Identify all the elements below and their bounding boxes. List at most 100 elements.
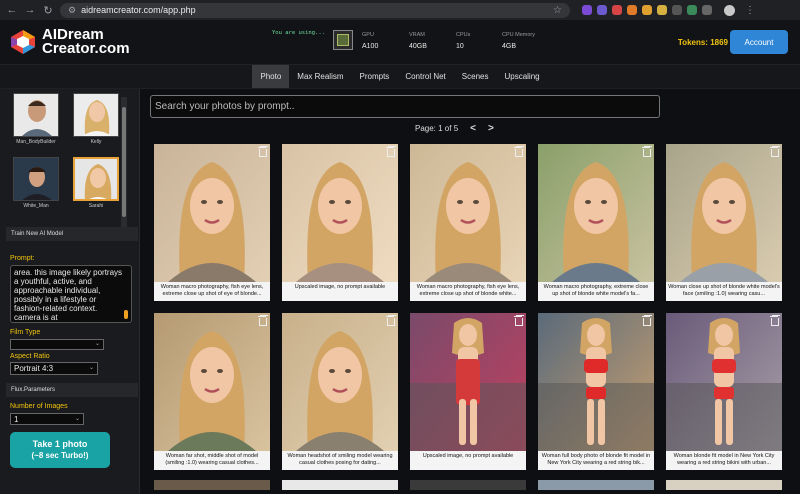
photo-image[interactable]	[538, 144, 654, 282]
model-thumbnail-selected[interactable]	[73, 157, 119, 201]
chevron-down-icon: ⌄	[88, 365, 94, 371]
photo-image[interactable]	[282, 313, 398, 451]
photo-image[interactable]	[666, 144, 782, 282]
photo-card-partial[interactable]	[410, 480, 526, 490]
chevron-down-icon: ⌄	[74, 415, 80, 422]
photo-image[interactable]	[538, 313, 654, 451]
logo-line2: Creator.com	[42, 40, 130, 57]
model-name: Man_BodyBuilder	[16, 139, 56, 145]
back-icon[interactable]: ←	[6, 4, 18, 16]
prompt-scrollbar[interactable]	[124, 310, 128, 319]
photo-card[interactable]: Woman headshot of smiling model wearing …	[282, 313, 398, 470]
model-list: Man_BodyBuilder Kelly White_Man Sarahi	[10, 93, 130, 231]
tab-control-net[interactable]: Control Net	[397, 65, 453, 88]
train-model-link[interactable]: Train New AI Model	[6, 227, 138, 241]
photo-image[interactable]	[410, 144, 526, 282]
model-thumbnail[interactable]	[13, 93, 59, 137]
trash-icon[interactable]	[514, 147, 523, 157]
forward-icon[interactable]: →	[24, 4, 36, 16]
photo-image[interactable]	[282, 144, 398, 282]
model-item[interactable]: Kelly	[70, 93, 122, 145]
photo-image[interactable]	[666, 313, 782, 451]
photo-caption: Woman macro photography, extreme close u…	[543, 284, 649, 297]
tab-photo[interactable]: Photo	[252, 65, 290, 88]
reload-icon[interactable]: ↻	[42, 4, 54, 17]
search-input[interactable]: Search your photos by prompt..	[150, 95, 660, 118]
photo-caption: Woman close up shot of blonde white mode…	[668, 284, 780, 297]
prompt-label: Prompt:	[10, 255, 35, 262]
extension-icon[interactable]	[687, 5, 697, 15]
model-thumbnail[interactable]	[73, 93, 119, 137]
take-photo-button[interactable]: Take 1 photo (~8 sec Turbo!)	[10, 432, 110, 468]
app-header: AIDream Creator.com You are using... GPU…	[0, 20, 800, 65]
photo-card[interactable]: Woman macro photography, fish eye lens, …	[410, 144, 526, 301]
trash-icon[interactable]	[258, 147, 267, 157]
model-item[interactable]: White_Man	[10, 157, 62, 209]
trash-icon[interactable]	[386, 316, 395, 326]
trash-icon[interactable]	[770, 147, 779, 157]
profile-avatar[interactable]	[724, 4, 735, 16]
prompt-text: area. this image likely portrays a youth…	[14, 268, 123, 322]
extension-icon[interactable]	[672, 5, 682, 15]
photo-card[interactable]: Woman blonde fit model in New York City …	[666, 313, 782, 470]
photo-card[interactable]: Woman macro photography, extreme close u…	[538, 144, 654, 301]
trash-icon[interactable]	[258, 316, 267, 326]
trash-icon[interactable]	[642, 147, 651, 157]
photo-card-partial[interactable]	[154, 480, 270, 490]
flux-parameters-header[interactable]: Flux.Parameters	[6, 383, 138, 397]
extension-icon[interactable]	[612, 5, 622, 15]
extension-icon[interactable]	[582, 5, 592, 15]
trash-icon[interactable]	[386, 147, 395, 157]
num-images-value: 1	[14, 414, 19, 424]
photo-card[interactable]: Woman macro photography, fish eye lens, …	[154, 144, 270, 301]
photo-card[interactable]: Woman far shot, middle shot of model (sm…	[154, 313, 270, 470]
trash-icon[interactable]	[642, 316, 651, 326]
photo-card[interactable]: Woman full body photo of blonde fit mode…	[538, 313, 654, 470]
photo-caption: Woman macro photography, fish eye lens, …	[416, 284, 520, 297]
photo-image[interactable]	[154, 313, 270, 451]
photo-card-partial[interactable]	[282, 480, 398, 490]
film-type-select[interactable]: ⌄	[10, 339, 104, 350]
photo-image[interactable]	[154, 144, 270, 282]
logo[interactable]: AIDream Creator.com	[10, 27, 130, 57]
num-images-label: Number of Images	[10, 403, 68, 410]
aspect-ratio-select[interactable]: Portrait 4:3 ⌄	[10, 362, 98, 375]
address-bar[interactable]: ⚙ aidreamcreator.com/app.php ☆	[60, 2, 570, 18]
puzzle-icon[interactable]	[702, 5, 712, 15]
bookmark-star-icon[interactable]: ☆	[553, 5, 562, 16]
model-name: Sarahi	[88, 203, 104, 209]
model-item[interactable]: Man_BodyBuilder	[10, 93, 62, 145]
next-page-button[interactable]: >	[488, 123, 494, 134]
photo-card-partial[interactable]	[538, 480, 654, 490]
trash-icon[interactable]	[514, 316, 523, 326]
tab-max-realism[interactable]: Max Realism	[289, 65, 351, 88]
model-list-scrollbar[interactable]	[121, 97, 127, 227]
prompt-textarea[interactable]: area. this image likely portrays a youth…	[10, 265, 132, 323]
photo-caption: Upscaled image, no prompt available	[294, 284, 386, 290]
photo-card-partial[interactable]	[666, 480, 782, 490]
url-text: aidreamcreator.com/app.php	[81, 5, 196, 15]
kebab-menu-icon[interactable]: ⋮	[745, 5, 755, 16]
extension-icon[interactable]	[657, 5, 667, 15]
model-item[interactable]: Sarahi	[70, 157, 122, 209]
photo-card[interactable]: Upscaled image, no prompt available	[410, 313, 526, 470]
num-images-select[interactable]: 1 ⌄	[10, 413, 84, 425]
prev-page-button[interactable]: <	[470, 123, 476, 134]
model-thumbnail[interactable]	[13, 157, 59, 201]
account-button[interactable]: Account	[730, 30, 788, 54]
site-info-icon[interactable]: ⚙	[68, 5, 76, 16]
trash-icon[interactable]	[770, 316, 779, 326]
extension-icon[interactable]	[597, 5, 607, 15]
extension-icon[interactable]	[627, 5, 637, 15]
spec-gpu: GPU A100	[362, 32, 379, 50]
logo-text: AIDream Creator.com	[42, 27, 130, 57]
photo-image[interactable]	[410, 313, 526, 451]
aspect-ratio-value: Portrait 4:3	[14, 364, 54, 373]
extension-icon[interactable]	[642, 5, 652, 15]
photo-card[interactable]: Upscaled image, no prompt available	[282, 144, 398, 301]
take-photo-label: Take 1 photo	[32, 439, 88, 449]
tab-scenes[interactable]: Scenes	[454, 65, 497, 88]
tab-upscaling[interactable]: Upscaling	[496, 65, 547, 88]
tab-prompts[interactable]: Prompts	[352, 65, 398, 88]
photo-card[interactable]: Woman close up shot of blonde white mode…	[666, 144, 782, 301]
